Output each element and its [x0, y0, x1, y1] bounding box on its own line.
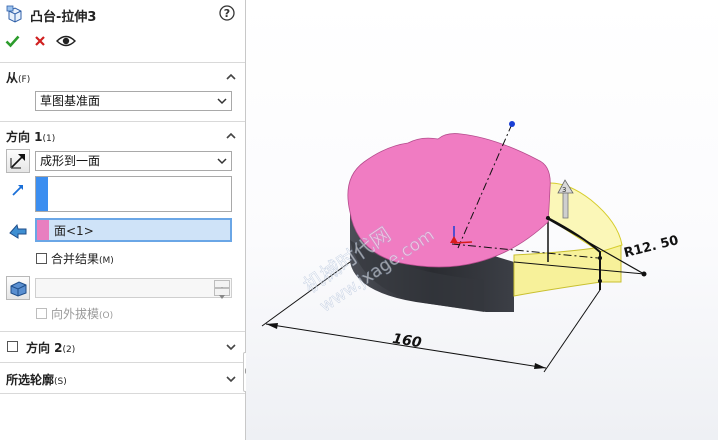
chevron-down-icon[interactable] — [225, 373, 237, 385]
property-manager-panel: 凸台-拉伸3 ? 从(F) 草图基准面 方向 1(1) 成形到一面 面<1> 合… — [0, 0, 246, 440]
sketch-point — [546, 216, 550, 220]
help-circle-icon[interactable]: ? — [219, 5, 235, 21]
up-to-face-selection-box[interactable]: 面<1> — [35, 218, 232, 242]
selected-face-item[interactable]: 面<1> — [54, 222, 94, 239]
separator — [0, 62, 245, 63]
merge-result-label: 合并结果(M) — [51, 250, 114, 267]
arrowhead-left — [266, 323, 278, 329]
from-label: 从 — [6, 71, 19, 85]
dimension-label-radius: R12. 50 — [622, 233, 680, 261]
direction-vector-selection-box[interactable] — [35, 176, 232, 212]
direction2-shortcut: (2) — [62, 345, 76, 355]
from-start-condition-value: 草图基准面 — [40, 94, 101, 108]
direction-vector-icon — [12, 185, 23, 196]
model-view: 3 160 R12. 50 机械时代网 www.jxage.com — [261, 121, 680, 373]
eye-icon[interactable] — [56, 34, 76, 48]
chevron-down-icon — [217, 98, 227, 105]
chevron-down-icon — [217, 158, 227, 165]
merge-result-shortcut: (M) — [99, 256, 114, 266]
draft-outward-text: 向外拔模 — [51, 307, 100, 321]
draft-outward-shortcut: (O) — [99, 311, 114, 321]
separator — [0, 393, 245, 394]
extrude-boss-icon — [6, 5, 22, 23]
sketch-point — [598, 279, 602, 283]
chevron-up-icon[interactable] — [225, 71, 237, 83]
separator — [0, 121, 245, 122]
feature-title: 凸台-拉伸3 — [30, 10, 97, 25]
direction1-label: 方向 1 — [6, 130, 43, 144]
from-shortcut: (F) — [18, 75, 31, 85]
face-selection-icon — [9, 223, 27, 239]
face-color-swatch — [37, 220, 49, 240]
chevron-down-icon[interactable] — [225, 341, 237, 353]
separator — [0, 331, 245, 332]
selected-contours-shortcut: (S) — [54, 377, 67, 387]
arrowhead-right — [534, 363, 546, 369]
svg-text:?: ? — [224, 7, 230, 20]
handle-glyph: 3 — [562, 186, 566, 194]
direction-color-swatch — [36, 177, 48, 211]
from-section-header[interactable]: 从(F) — [6, 69, 30, 86]
reverse-direction-button[interactable] — [6, 149, 30, 173]
checkmark-icon[interactable] — [5, 34, 20, 48]
direction2-section-header[interactable]: 方向 2(2) — [26, 339, 75, 356]
extension-line-right — [543, 289, 601, 373]
draft-on-off-button[interactable] — [6, 276, 30, 300]
end-condition-select[interactable]: 成形到一面 — [35, 151, 232, 171]
dimension-label-160: 160 — [391, 331, 423, 351]
direction2-checkbox[interactable] — [7, 341, 18, 352]
direction1-section-header[interactable]: 方向 1(1) — [6, 128, 55, 145]
graphics-viewport[interactable]: 3 160 R12. 50 机械时代网 www.jxage.com — [246, 0, 718, 440]
dimension-point — [641, 271, 647, 277]
merge-result-text: 合并结果 — [51, 252, 100, 266]
draft-outward-label: 向外拔模(O) — [51, 305, 113, 322]
direction1-shortcut: (1) — [42, 134, 56, 144]
selected-contours-label: 所选轮廓 — [6, 373, 55, 387]
merge-result-checkbox[interactable] — [36, 253, 47, 264]
close-icon[interactable] — [34, 35, 46, 47]
chevron-up-icon[interactable] — [225, 130, 237, 142]
reverse-direction-icon — [10, 154, 25, 169]
selected-contours-section-header[interactable]: 所选轮廓(S) — [6, 371, 67, 388]
sketch-point — [598, 256, 602, 260]
end-condition-value: 成形到一面 — [40, 154, 101, 168]
draft-icon — [10, 281, 27, 297]
draft-outward-checkbox — [36, 308, 47, 319]
axis-endpoint — [509, 121, 515, 127]
direction2-label: 方向 2 — [26, 341, 63, 355]
spin-down-button — [214, 288, 230, 299]
spin-down-icon — [219, 295, 225, 299]
spin-up-button — [214, 280, 230, 291]
from-start-condition-select[interactable]: 草图基准面 — [35, 91, 232, 111]
separator — [0, 362, 245, 363]
draft-angle-field — [35, 278, 232, 299]
